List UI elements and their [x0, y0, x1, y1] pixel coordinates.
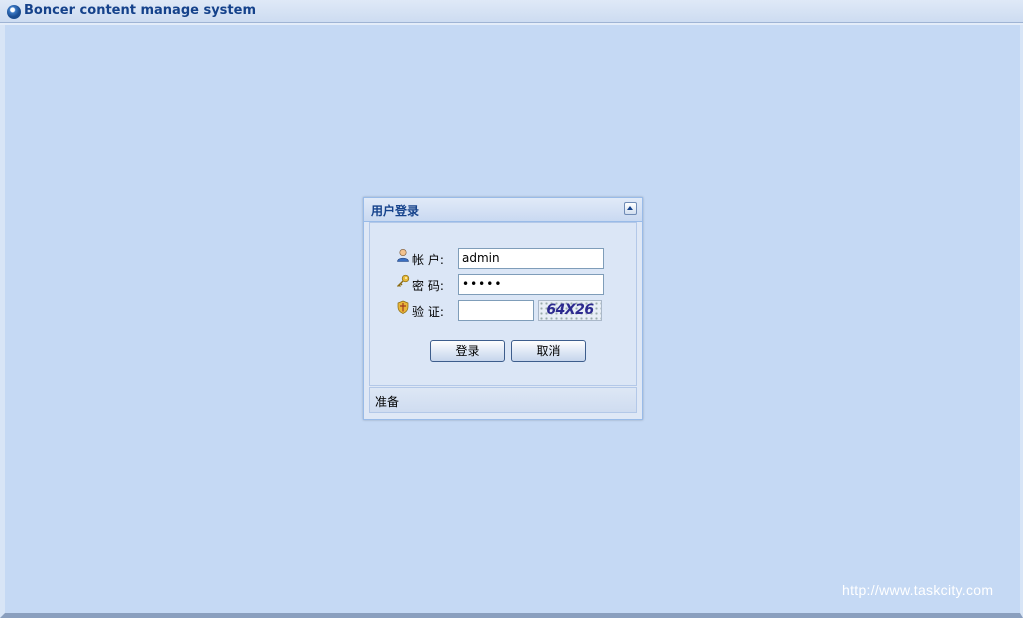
login-window-title: 用户登录 — [371, 204, 420, 218]
account-label: 帐 户: — [412, 253, 444, 267]
verify-input[interactable] — [458, 300, 534, 321]
login-button[interactable]: 登录 — [430, 340, 505, 362]
password-input[interactable]: ••••• — [458, 274, 604, 295]
account-input[interactable]: admin — [458, 248, 604, 269]
login-window-header[interactable]: 用户登录 — [364, 198, 642, 222]
cancel-button[interactable]: 取消 — [511, 340, 586, 362]
account-row: 帐 户: admin — [370, 248, 638, 270]
status-text: 准备 — [375, 395, 400, 409]
app-title: Boncer content manage system — [24, 3, 256, 18]
user-icon — [397, 248, 409, 262]
app-header: Boncer content manage system — [0, 0, 1023, 25]
login-window: 用户登录 帐 户: admin 密 码: ••••• 验 证: 64X26 登录… — [363, 197, 643, 420]
app-logo-icon — [7, 5, 21, 19]
captcha-image[interactable]: 64X26 — [538, 300, 602, 321]
watermark-url: http://www.taskcity.com — [842, 582, 994, 598]
collapse-icon[interactable] — [624, 202, 637, 215]
key-icon — [397, 274, 410, 287]
shield-icon — [397, 300, 409, 314]
verify-row: 验 证: 64X26 — [370, 300, 638, 322]
login-form: 帐 户: admin 密 码: ••••• 验 证: 64X26 登录 取消 — [369, 222, 637, 386]
status-bar: 准备 — [369, 387, 637, 413]
password-label: 密 码: — [412, 279, 444, 293]
password-row: 密 码: ••••• — [370, 274, 638, 296]
verify-label: 验 证: — [412, 305, 444, 319]
